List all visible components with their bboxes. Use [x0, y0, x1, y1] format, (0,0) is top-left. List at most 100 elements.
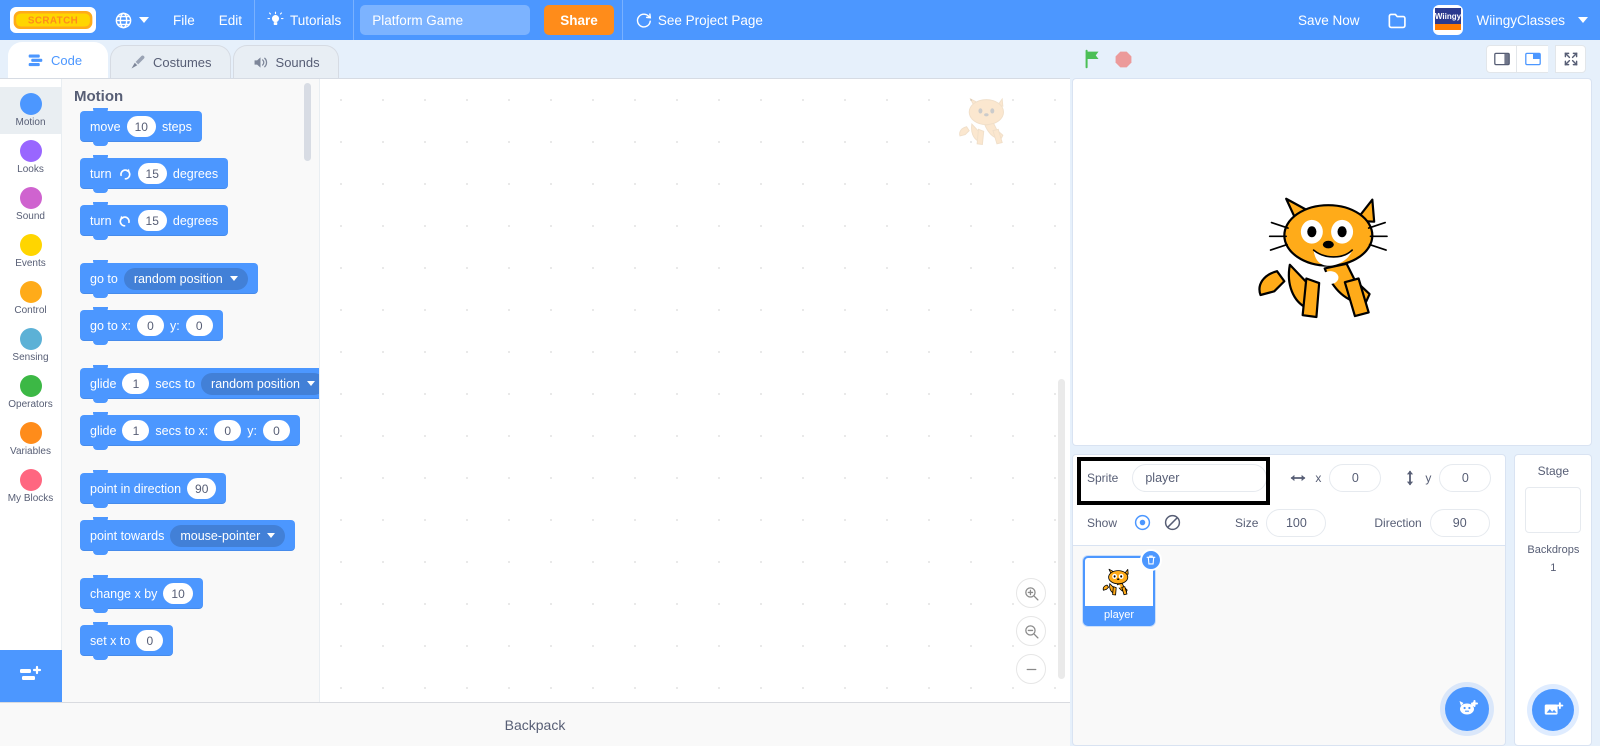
- block-go-to-xy[interactable]: go to x: 0 y: 0: [80, 307, 319, 345]
- category-sound[interactable]: Sound: [0, 181, 62, 228]
- block-change-x-by[interactable]: change x by 10: [80, 575, 319, 613]
- sprite-show-button[interactable]: [1127, 510, 1157, 536]
- block-input-x[interactable]: 0: [137, 315, 164, 336]
- stage-selector-panel[interactable]: Stage Backdrops 1: [1514, 454, 1593, 746]
- save-now-button[interactable]: Save Now: [1282, 0, 1376, 40]
- block-text: steps: [161, 119, 192, 134]
- sprite-card-name: player: [1085, 606, 1153, 624]
- block-palette[interactable]: Motion move 10 steps turn 15 degrees tur…: [62, 79, 320, 702]
- category-variables[interactable]: Variables: [0, 416, 62, 463]
- stop-sign-icon: [1115, 51, 1131, 67]
- block-point-in-direction[interactable]: point in direction 90: [80, 470, 319, 508]
- my-stuff-button[interactable]: [1375, 0, 1421, 40]
- add-extension-button[interactable]: [0, 650, 62, 702]
- block-dropdown-target[interactable]: random position: [123, 267, 248, 290]
- share-button[interactable]: Share: [544, 5, 614, 35]
- stop-button[interactable]: [1108, 44, 1138, 74]
- tab-code[interactable]: Code: [8, 42, 108, 78]
- block-input-x[interactable]: 0: [136, 630, 164, 651]
- category-label: Events: [15, 258, 46, 269]
- stage-panel-title: Stage: [1537, 464, 1570, 478]
- tab-costumes[interactable]: Costumes: [110, 45, 231, 78]
- green-flag-button[interactable]: [1078, 44, 1108, 74]
- turn-left-icon: [119, 215, 130, 227]
- delete-sprite-button[interactable]: [1140, 549, 1162, 571]
- workspace-scrollbar[interactable]: [1058, 379, 1065, 679]
- category-label: Looks: [17, 164, 44, 175]
- sprite-x-input[interactable]: [1329, 463, 1382, 492]
- category-events[interactable]: Events: [0, 228, 62, 275]
- large-stage-button[interactable]: [1517, 45, 1548, 73]
- stage-backdrop-thumbnail[interactable]: [1525, 487, 1582, 533]
- block-input-y[interactable]: 0: [185, 315, 213, 336]
- menu-edit[interactable]: Edit: [207, 0, 254, 40]
- category-operators[interactable]: Operators: [0, 369, 62, 416]
- sprite-name-input[interactable]: [1132, 463, 1268, 492]
- block-input-secs[interactable]: 1: [122, 373, 150, 394]
- block-glide-to-xy[interactable]: glide 1 secs to x: 0 y: 0: [80, 412, 319, 450]
- block-dropdown-target[interactable]: random position: [201, 372, 319, 395]
- block-text: y:: [247, 423, 257, 438]
- scratch-logo[interactable]: SCRATCH: [10, 7, 96, 33]
- small-stage-button[interactable]: [1486, 45, 1517, 73]
- stage-sprite-scratch-cat[interactable]: [1250, 193, 1415, 331]
- block-category-list: Motion Looks Sound Events Control Sensin…: [0, 79, 62, 702]
- size-label: Size: [1235, 515, 1259, 530]
- scratch-logo-icon: SCRATCH: [13, 10, 93, 30]
- small-stage-icon: [1493, 52, 1510, 66]
- turn-right-icon: [119, 168, 131, 180]
- block-input-y[interactable]: 0: [262, 420, 290, 441]
- add-sprite-button[interactable]: [1445, 687, 1490, 731]
- block-input-degrees[interactable]: 15: [137, 210, 167, 231]
- category-label: Control: [14, 305, 47, 316]
- zoom-in-button[interactable]: [1016, 578, 1046, 608]
- sprite-size-input[interactable]: [1266, 508, 1327, 537]
- tab-sounds[interactable]: Sounds: [232, 45, 339, 78]
- block-move-steps[interactable]: move 10 steps: [80, 108, 319, 146]
- sprite-hide-button[interactable]: [1157, 510, 1187, 536]
- zoom-reset-button[interactable]: [1016, 654, 1046, 684]
- chevron-down-icon: [306, 381, 315, 386]
- category-my-blocks[interactable]: My Blocks: [0, 463, 62, 510]
- menu-tutorials[interactable]: Tutorials: [255, 0, 353, 40]
- block-point-towards[interactable]: point towards mouse-pointer: [80, 517, 319, 555]
- category-motion[interactable]: Motion: [0, 87, 62, 134]
- zoom-out-button[interactable]: [1016, 616, 1046, 646]
- fullscreen-button[interactable]: [1555, 45, 1586, 73]
- eye-visible-icon: [1134, 514, 1150, 531]
- block-set-x-to[interactable]: set x to 0: [80, 622, 319, 660]
- block-input-direction[interactable]: 90: [187, 478, 217, 499]
- sprite-y-input[interactable]: [1439, 463, 1492, 492]
- block-turn-left[interactable]: turn 15 degrees: [80, 202, 319, 240]
- account-menu[interactable]: Wiingy WiingyClasses: [1421, 0, 1600, 40]
- category-control[interactable]: Control: [0, 275, 62, 322]
- see-project-page-button[interactable]: See Project Page: [623, 0, 775, 40]
- backpack-bar[interactable]: Backpack: [0, 702, 1070, 746]
- block-input-secs[interactable]: 1: [122, 420, 150, 441]
- category-sensing[interactable]: Sensing: [0, 322, 62, 369]
- block-input-dx[interactable]: 10: [163, 583, 193, 604]
- block-input-degrees[interactable]: 15: [137, 163, 167, 184]
- category-looks[interactable]: Looks: [0, 134, 62, 181]
- fullscreen-icon: [1564, 52, 1577, 66]
- block-input-steps[interactable]: 10: [126, 116, 156, 137]
- menu-tutorials-label: Tutorials: [290, 12, 342, 28]
- block-input-x[interactable]: 0: [214, 420, 242, 441]
- category-label: Sensing: [12, 352, 49, 363]
- sprite-direction-input[interactable]: [1429, 508, 1490, 537]
- block-glide-to[interactable]: glide 1 secs to random position: [80, 365, 319, 403]
- code-workspace[interactable]: [320, 79, 1070, 702]
- stage[interactable]: [1072, 78, 1592, 446]
- tab-sounds-label: Sounds: [275, 54, 320, 70]
- language-selector[interactable]: [102, 0, 161, 40]
- block-go-to[interactable]: go to random position: [80, 260, 319, 298]
- sprite-card-player[interactable]: player: [1083, 549, 1162, 626]
- project-title-input[interactable]: [360, 5, 531, 35]
- add-backdrop-button[interactable]: [1532, 689, 1575, 731]
- block-turn-right[interactable]: turn 15 degrees: [80, 155, 319, 193]
- tab-costumes-label: Costumes: [153, 54, 212, 70]
- menu-file[interactable]: File: [161, 0, 207, 40]
- block-text: y:: [170, 318, 180, 333]
- block-dropdown-target[interactable]: mouse-pointer: [170, 524, 286, 547]
- block-text: turn: [90, 166, 112, 181]
